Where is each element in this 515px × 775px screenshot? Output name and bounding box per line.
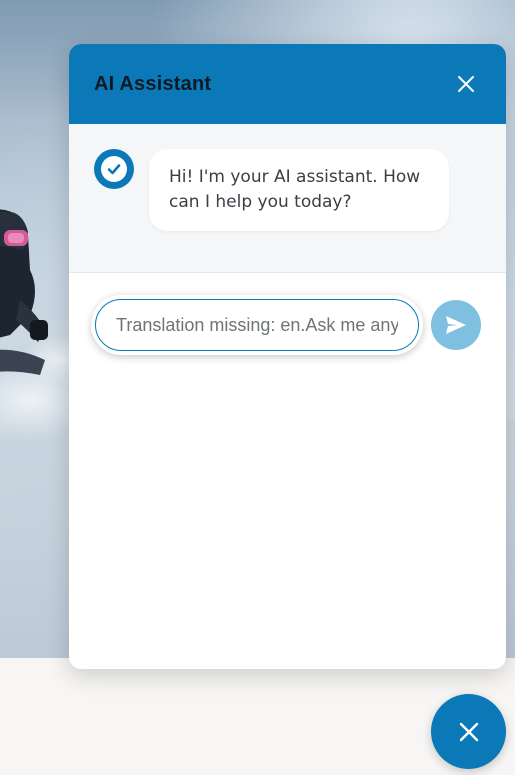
- close-icon[interactable]: [454, 72, 478, 96]
- chat-launcher-button[interactable]: [431, 694, 506, 769]
- message-list: Hi! I'm your AI assistant. How can I hel…: [69, 124, 506, 273]
- chat-header: AI Assistant: [69, 44, 506, 124]
- chat-window: AI Assistant Hi! I'm your AI assistant. …: [69, 44, 506, 669]
- check-circle-icon: [101, 156, 127, 182]
- message-composer: [69, 273, 506, 355]
- close-icon: [459, 722, 478, 741]
- send-button[interactable]: [431, 300, 481, 350]
- bot-message-bubble: Hi! I'm your AI assistant. How can I hel…: [149, 149, 449, 231]
- chat-title: AI Assistant: [94, 72, 212, 95]
- bot-avatar: [94, 149, 134, 189]
- chat-input-wrapper: [91, 295, 423, 355]
- chat-input[interactable]: [95, 299, 419, 351]
- send-icon: [446, 316, 466, 334]
